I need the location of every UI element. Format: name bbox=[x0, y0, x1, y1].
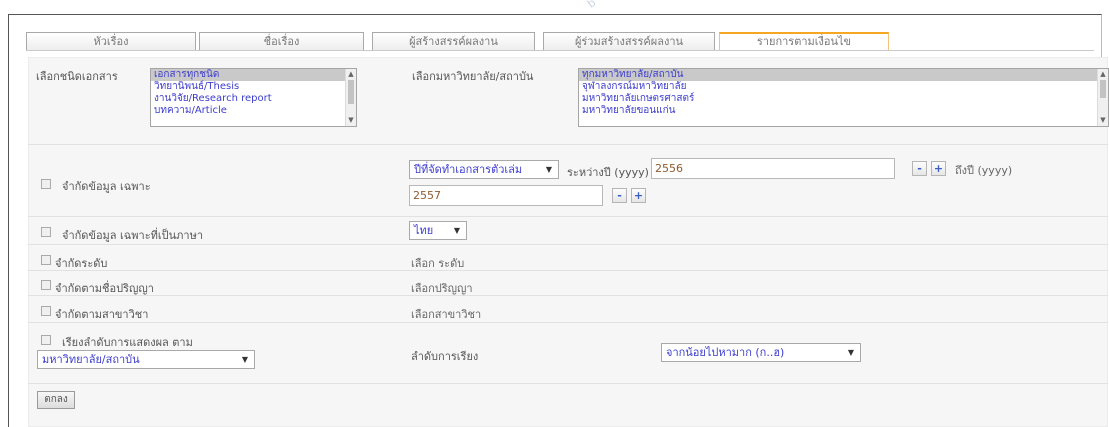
university-scrollbar[interactable]: ▲ ▼ bbox=[1097, 69, 1108, 126]
to-year-input[interactable]: 2557 bbox=[409, 185, 603, 206]
to-year-minus-button[interactable]: - bbox=[612, 188, 627, 203]
sort-label: เรียงลำดับการแสดงผล ตาม bbox=[62, 336, 193, 349]
university-option[interactable]: ทุกมหาวิทยาลัย/สถาบัน bbox=[579, 69, 1108, 81]
chevron-down-icon: ▼ bbox=[847, 348, 854, 357]
row-divider bbox=[28, 270, 1108, 271]
language-select[interactable]: ไทย ▼ bbox=[409, 221, 467, 240]
chevron-down-icon: ▼ bbox=[241, 355, 248, 364]
row-divider bbox=[28, 322, 1108, 323]
major-value[interactable]: เลือกสาขาวิชา bbox=[411, 305, 481, 323]
doc-type-listbox[interactable]: เอกสารทุกชนิด วิทยานิพนธ์/Thesis งานวิจั… bbox=[150, 68, 357, 127]
between-year-label: ระหว่างปี (yyyy) bbox=[567, 166, 649, 179]
to-year-plus-button[interactable]: + bbox=[631, 188, 646, 203]
filter-major-checkbox[interactable] bbox=[41, 306, 51, 316]
university-listbox[interactable]: ทุกมหาวิทยาลัย/สถาบัน จุฬาลงกรณ์มหาวิทยา… bbox=[578, 68, 1109, 127]
doc-type-label: เลือกชนิดเอกสาร bbox=[36, 70, 118, 83]
field-select[interactable]: ปีที่จัดทำเอกสารตัวเล่ม ▼ bbox=[409, 160, 559, 179]
filter-language-label: จำกัดข้อมูล เฉพาะที่เป็นภาษา bbox=[62, 229, 203, 242]
sort-field-select[interactable]: มหาวิทยาลัย/สถาบัน ▼ bbox=[37, 350, 255, 369]
row-divider bbox=[28, 383, 1108, 384]
watermark: b bbox=[585, 0, 599, 11]
university-option[interactable]: จุฬาลงกรณ์มหาวิทยาลัย bbox=[579, 81, 1108, 93]
chevron-down-icon: ▼ bbox=[453, 226, 460, 235]
doc-type-option[interactable]: งานวิจัย/Research report bbox=[151, 93, 356, 105]
doc-type-option[interactable]: เอกสารทุกชนิด bbox=[151, 69, 356, 81]
field-select-value: ปีที่จัดทำเอกสารตัวเล่ม bbox=[414, 163, 523, 176]
filter-language-checkbox[interactable] bbox=[41, 227, 51, 237]
row-divider bbox=[28, 144, 1108, 145]
filter-specific-checkbox[interactable] bbox=[41, 179, 51, 189]
sort-field-value: มหาวิทยาลัย/สถาบัน bbox=[42, 353, 140, 366]
filter-level-checkbox[interactable] bbox=[41, 255, 51, 265]
row-divider bbox=[28, 244, 1108, 245]
filter-major-label: จำกัดตามสาขาวิชา bbox=[55, 308, 149, 321]
university-option[interactable]: มหาวิทยาลัยขอนแก่น bbox=[579, 105, 1108, 117]
doc-type-option[interactable]: วิทยานิพนธ์/Thesis bbox=[151, 81, 356, 93]
scroll-down-icon[interactable]: ▼ bbox=[346, 115, 356, 126]
doc-type-scrollbar[interactable]: ▲ ▼ bbox=[345, 69, 356, 126]
tab-author[interactable]: ผู้สร้างสรรค์ผลงาน bbox=[372, 32, 535, 50]
university-option[interactable]: มหาวิทยาลัยเกษตรศาสตร์ bbox=[579, 93, 1108, 105]
tab-title[interactable]: ชื่อเรื่อง bbox=[199, 32, 364, 50]
scroll-up-icon[interactable]: ▲ bbox=[1098, 69, 1108, 80]
scroll-thumb[interactable] bbox=[1100, 80, 1106, 98]
tab-underline bbox=[26, 50, 1094, 51]
row-divider bbox=[28, 216, 1108, 217]
doc-type-option[interactable]: บทความ/Article bbox=[151, 105, 356, 117]
row-divider bbox=[28, 295, 1108, 296]
university-label: เลือกมหาวิทยาลัย/สถาบัน bbox=[412, 70, 534, 83]
to-year-label: ถึงปี (yyyy) bbox=[955, 164, 1013, 177]
scroll-up-icon[interactable]: ▲ bbox=[346, 69, 356, 80]
from-year-minus-button[interactable]: - bbox=[912, 161, 927, 176]
from-year-input[interactable]: 2556 bbox=[651, 158, 895, 179]
filter-specific-label: จำกัดข้อมูล เฉพาะ bbox=[62, 180, 151, 193]
filter-degree-checkbox[interactable] bbox=[41, 280, 51, 290]
tab-coauthor[interactable]: ผู้ร่วมสร้างสรรค์ผลงาน bbox=[543, 32, 715, 50]
scroll-thumb[interactable] bbox=[348, 80, 354, 104]
tab-conditional-list[interactable]: รายการตามเงื่อนไข bbox=[719, 32, 889, 50]
sort-order-label: ลำดับการเรียง bbox=[411, 350, 479, 363]
sort-order-select[interactable]: จากน้อยไปหามาก (ก..ฮ) ▼ bbox=[661, 343, 861, 362]
language-select-value: ไทย bbox=[414, 224, 434, 237]
sort-checkbox[interactable] bbox=[41, 335, 51, 345]
tab-subject[interactable]: หัวเรื่อง bbox=[26, 32, 196, 50]
ok-button[interactable]: ตกลง bbox=[37, 391, 75, 409]
from-year-plus-button[interactable]: + bbox=[931, 161, 946, 176]
sort-order-value: จากน้อยไปหามาก (ก..ฮ) bbox=[666, 346, 785, 359]
scroll-down-icon[interactable]: ▼ bbox=[1098, 115, 1108, 126]
chevron-down-icon: ▼ bbox=[545, 165, 552, 174]
